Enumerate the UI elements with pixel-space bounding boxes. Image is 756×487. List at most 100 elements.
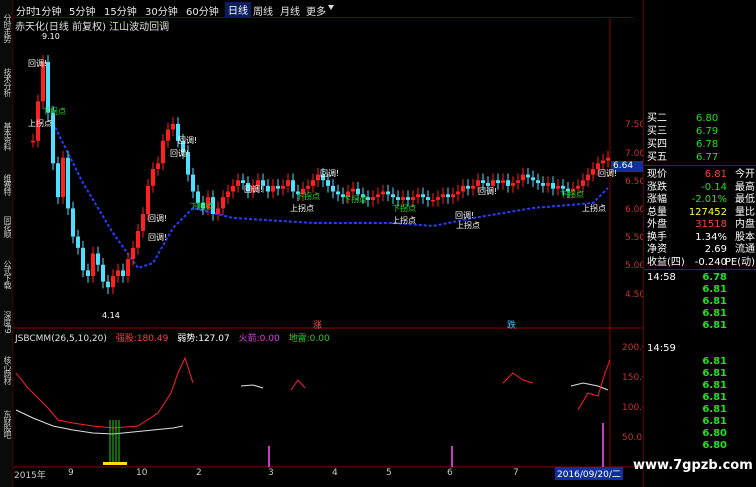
quote-stat-label: 总量 xyxy=(647,206,667,218)
quote-stat-row: 总量 127452 量比 xyxy=(644,206,756,219)
tick-price: 6.81 xyxy=(702,368,727,379)
period-tab-5min[interactable]: 5分钟 xyxy=(69,3,95,18)
bid-label: 买三 xyxy=(647,126,667,137)
up-inflection-marker: 上拐点 xyxy=(392,216,416,225)
bid-value: 6.80 xyxy=(696,113,719,124)
quote-stat-row: 换手 1.34% 股本 xyxy=(644,231,756,244)
sidebar-tab-forum[interactable]: 东财股吧 xyxy=(0,398,12,450)
rise-signal: 涨 xyxy=(313,321,323,331)
chart-canvas[interactable] xyxy=(13,18,643,487)
quote-stat-row: 涨幅 -2.01% 最低 xyxy=(644,193,756,206)
period-tab-more[interactable]: 更多 xyxy=(306,3,326,18)
tick-price: 6.81 xyxy=(702,416,727,427)
quote-panel: 买二 6.80 买三 6.79 买四 6.78 买五 6.77 现价 6.81 今开 涨跌 -0… xyxy=(643,0,756,487)
quote-stat-value: -0.240 xyxy=(694,256,727,268)
sidebar-tab-technical[interactable]: 技术分析 xyxy=(0,56,12,108)
period-tab-15min[interactable]: 15分钟 xyxy=(104,3,137,18)
pullback-marker: 回调! xyxy=(598,169,618,178)
down-inflection-marker: 下拐点 xyxy=(296,192,320,201)
bid-row: 买五 6.77 xyxy=(644,151,756,164)
bid-row: 买三 6.79 xyxy=(644,125,756,138)
quote-stat-label: 最高 xyxy=(735,181,755,193)
sidebar-tab-intraday[interactable]: 分时走势 xyxy=(0,2,12,54)
up-inflection-marker: 上拐点 xyxy=(290,204,314,213)
indicator-axis-label: 50.0 xyxy=(622,433,643,443)
sidebar-tab-fundamentals[interactable]: 基本资料 xyxy=(0,110,12,162)
divider xyxy=(644,269,756,270)
tick-price: 6.81 xyxy=(702,392,727,403)
quote-stat-row: 现价 6.81 今开 xyxy=(644,168,756,181)
tick-price: 6.81 xyxy=(702,356,727,367)
sidebar-tab-depth[interactable]: 深度F9 xyxy=(0,302,12,342)
more-dropdown-icon[interactable] xyxy=(328,5,334,10)
pullback-marker: 回调! xyxy=(320,169,340,178)
tick-row: 6.81 xyxy=(644,380,756,392)
quote-stat-value: 6.81 xyxy=(704,169,727,180)
quote-stat-label: 涨跌 xyxy=(647,181,667,193)
down-inflection-marker: 下拐点 xyxy=(343,195,367,204)
pullback-marker: 回调! xyxy=(28,59,48,68)
sidebar-tab-formula[interactable]: 公式下载 xyxy=(0,248,12,300)
x-axis-label: 3 xyxy=(268,468,274,478)
period-tab-weekly[interactable]: 周线 xyxy=(253,3,273,18)
tick-row: 6.81 xyxy=(644,308,756,320)
period-tab-30min[interactable]: 30分钟 xyxy=(145,3,178,18)
x-axis-label: 6 xyxy=(447,468,453,478)
indicator-name[interactable]: JSBCMM(26,5,10,20) xyxy=(15,334,107,344)
watermark: www.7gpzb.com xyxy=(633,458,753,473)
high-price-label: 9.10 xyxy=(42,32,60,41)
tick-price: 6.80 xyxy=(702,440,727,451)
quote-stat-value: -0.14 xyxy=(701,181,727,193)
low-price-label: 4.14 xyxy=(102,311,120,320)
tick-row: 6.81 xyxy=(644,284,756,296)
quote-stat-value: 2.69 xyxy=(704,244,727,255)
pullback-marker: 回调! xyxy=(244,185,264,194)
pullback-marker: 回调! xyxy=(148,214,168,223)
tick-time: 14:58 xyxy=(647,272,676,283)
pullback-marker: 回调! xyxy=(478,187,498,196)
up-inflection-marker: 上拐点 xyxy=(456,221,480,230)
indicator-rocket-label: 火箭: xyxy=(238,334,260,344)
sidebar-tab-core-theme[interactable]: 核心题材 xyxy=(0,344,12,396)
period-tab-60min[interactable]: 60分钟 xyxy=(186,3,219,18)
quote-stat-label: 净资 xyxy=(647,244,667,255)
pullback-marker: 回调! xyxy=(178,136,198,145)
bid-row: 买四 6.78 xyxy=(644,138,756,151)
period-tab-intraday[interactable]: 分时 xyxy=(16,3,36,18)
quote-stat-label: 现价 xyxy=(647,169,667,180)
sidebar: 分时走势 技术分析 基本资料 维赛特 同花顺 公式下载 深度F9 核心题材 东财… xyxy=(0,0,13,487)
quote-stat-label: 今开 xyxy=(735,169,755,180)
quote-stat-label: 量比 xyxy=(735,206,755,218)
quote-stat-value: 127452 xyxy=(688,206,727,218)
tick-price: 6.80 xyxy=(702,428,727,439)
quote-stat-label: 最低 xyxy=(735,194,755,205)
tick-row: 6.81 xyxy=(644,368,756,380)
indicator-weak-value: 127.07 xyxy=(198,334,230,344)
quote-stat-row: 外盘 31518 内盘 xyxy=(644,218,756,231)
x-axis-label: 4 xyxy=(332,468,338,478)
period-toolbar: 分时 1分钟 5分钟 15分钟 30分钟 60分钟 日线 周线 月线 更多 xyxy=(13,0,633,18)
tick-row: 6.81 xyxy=(644,416,756,428)
x-axis-label: 2015年 xyxy=(14,471,46,481)
period-tab-monthly[interactable]: 月线 xyxy=(280,3,300,18)
up-inflection-marker: 上拐点 xyxy=(582,204,606,213)
sidebar-tab-tonghuashun[interactable]: 同花顺 xyxy=(0,206,12,246)
bid-value: 6.78 xyxy=(696,139,719,150)
period-tab-daily[interactable]: 日线 xyxy=(225,2,251,17)
period-tab-1min[interactable]: 1分钟 xyxy=(35,3,61,18)
bid-value: 6.79 xyxy=(696,126,719,137)
indicator-mine-label: 地雷: xyxy=(288,334,310,344)
quote-stat-label: 收益(四) xyxy=(647,256,685,268)
indicator-header: JSBCMM(26,5,10,20) 强股:180.49 弱势:127.07 火… xyxy=(15,331,330,344)
indicator-strong-value: 180.49 xyxy=(136,334,169,344)
indicator-lines xyxy=(15,356,611,467)
sidebar-tab-weisaite[interactable]: 维赛特 xyxy=(0,164,12,204)
down-inflection-marker: 下拐点 xyxy=(392,204,416,213)
quote-stat-row: 收益(四) -0.240 PE(动) xyxy=(644,256,756,269)
tick-price: 6.81 xyxy=(702,404,727,415)
tick-row: 6.81 xyxy=(644,296,756,308)
tick-row: 6.81 xyxy=(644,404,756,416)
tick-price: 6.81 xyxy=(702,320,727,331)
quote-stat-value: 1.34% xyxy=(695,231,727,243)
tick-time-row: 14:58 6.78 xyxy=(644,272,756,284)
